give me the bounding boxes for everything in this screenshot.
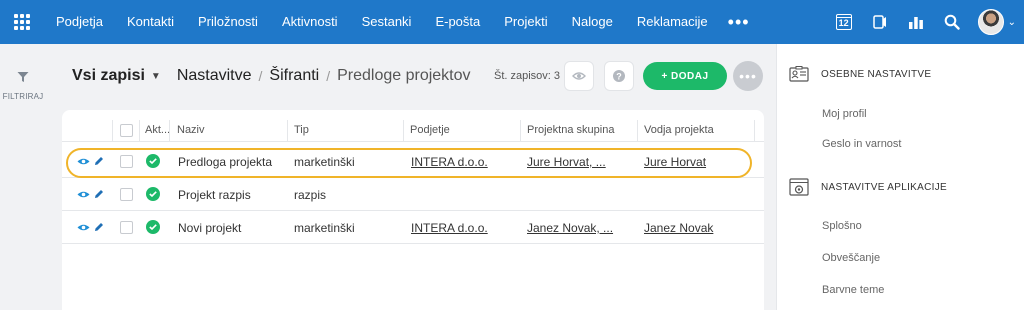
column-divider [754, 120, 755, 142]
column-header-tip[interactable]: Tip [294, 124, 309, 136]
nav-item-sestanki[interactable]: Sestanki [350, 0, 424, 44]
edit-icon[interactable] [94, 222, 104, 232]
filter-icon [17, 72, 29, 82]
breadcrumb: Vsi zapisi ▼ Nastavitve / Šifranti / Pre… [72, 64, 471, 88]
breadcrumb-sifranti[interactable]: Šifranti [269, 67, 319, 85]
column-divider [520, 120, 521, 142]
eye-icon [572, 72, 586, 80]
app-settings-icon [789, 178, 809, 196]
record-count: Št. zapisov: 3 [494, 70, 561, 82]
column-header-naziv[interactable]: Naziv [177, 124, 205, 136]
search-icon [944, 14, 960, 30]
view-selector[interactable]: Vsi zapisi [72, 67, 145, 85]
row-checkbox[interactable] [120, 221, 133, 234]
page-title: Predloge projektov [337, 67, 471, 84]
section-title: OSEBNE NASTAVITVE [821, 68, 932, 80]
view-icon[interactable] [77, 190, 90, 199]
column-divider [169, 120, 170, 142]
menu-item-obvescanje[interactable]: Obveščanje [822, 252, 880, 264]
active-check-icon [146, 187, 160, 201]
nav-item-podjetja[interactable]: Podjetja [44, 0, 115, 44]
nav-item-aktivnosti[interactable]: Aktivnosti [270, 0, 350, 44]
column-header-active[interactable]: Akt... [145, 124, 170, 136]
cell-vodja-projekta-link[interactable]: Janez Novak [644, 221, 713, 235]
filter-rail: FILTRIRAJ [0, 44, 46, 310]
calendar-button[interactable]: 12 [826, 0, 862, 44]
help-button[interactable]: ? [604, 61, 634, 91]
nav-item-reklamacije[interactable]: Reklamacije [625, 0, 720, 44]
table-row[interactable]: Projekt razpis razpis [62, 179, 764, 211]
nav-item-naloge[interactable]: Naloge [560, 0, 625, 44]
column-divider [139, 120, 140, 142]
phone-button[interactable] [862, 0, 898, 44]
nav-item-priloznosti[interactable]: Priložnosti [186, 0, 270, 44]
more-options-button[interactable]: ••• [733, 61, 763, 91]
column-divider [287, 120, 288, 142]
chevron-down-icon[interactable]: ▼ [151, 71, 161, 82]
row-checkbox[interactable] [120, 188, 133, 201]
cell-tip: razpis [294, 188, 327, 202]
nav-more-button[interactable]: ••• [720, 0, 758, 44]
cell-tip: marketinški [294, 221, 355, 235]
view-icon[interactable] [77, 223, 90, 232]
menu-item-geslo-in-varnost[interactable]: Geslo in varnost [822, 138, 901, 150]
cell-naziv: Projekt razpis [178, 188, 251, 202]
view-toggle-button[interactable] [564, 61, 594, 91]
top-navigation-bar: Podjetja Kontakti Priložnosti Aktivnosti… [0, 0, 1024, 44]
section-title: NASTAVITVE APLIKACIJE [821, 181, 947, 193]
select-all-checkbox[interactable] [120, 124, 133, 137]
add-button[interactable]: + DODAJ [643, 62, 727, 90]
section-nastavitve-aplikacije: NASTAVITVE APLIKACIJE [789, 178, 947, 196]
apps-grid-icon[interactable] [0, 0, 44, 44]
section-osebne-nastavitve: OSEBNE NASTAVITVE [789, 66, 931, 82]
column-divider [403, 120, 404, 142]
settings-panel: OSEBNE NASTAVITVE Moj profil Geslo in va… [776, 44, 1024, 310]
filter-button[interactable]: FILTRIRAJ [0, 70, 46, 101]
menu-item-splosno[interactable]: Splošno [822, 220, 862, 232]
calendar-icon: 12 [835, 14, 852, 30]
column-divider [637, 120, 638, 142]
phone-icon [872, 15, 886, 29]
edit-icon[interactable] [94, 189, 104, 199]
nav-item-e-posta[interactable]: E-pošta [423, 0, 492, 44]
table-row[interactable]: Novi projekt marketinški INTERA d.o.o. J… [62, 212, 764, 244]
highlighted-row-outline [66, 148, 752, 178]
breadcrumb-separator: / [326, 68, 331, 84]
main-nav: Podjetja Kontakti Priložnosti Aktivnosti… [44, 0, 758, 44]
cell-naziv: Novi projekt [178, 221, 242, 235]
help-icon: ? [613, 70, 625, 82]
reports-button[interactable] [898, 0, 934, 44]
nav-item-kontakti[interactable]: Kontakti [115, 0, 186, 44]
svg-text:?: ? [616, 72, 622, 82]
column-header-vodja-projekta[interactable]: Vodja projekta [644, 124, 714, 136]
breadcrumb-separator: / [258, 68, 263, 84]
filter-label: FILTRIRAJ [2, 92, 44, 101]
column-header-podjetje[interactable]: Podjetje [410, 124, 450, 136]
profile-card-icon [789, 66, 809, 82]
bar-chart-icon [908, 17, 923, 29]
avatar [977, 9, 1004, 35]
table-header: Akt... Naziv Tip Podjetje Projektna skup… [62, 120, 764, 142]
column-divider [112, 120, 113, 142]
nav-item-projekti[interactable]: Projekti [492, 0, 559, 44]
records-table: Akt... Naziv Tip Podjetje Projektna skup… [62, 110, 764, 310]
column-header-projektna-skupina[interactable]: Projektna skupina [527, 124, 614, 136]
chevron-down-icon: ⌄ [1007, 16, 1016, 28]
cell-projektna-skupina-link[interactable]: Janez Novak, ... [527, 221, 613, 235]
menu-item-barvne-teme[interactable]: Barvne teme [822, 284, 884, 296]
menu-item-moj-profil[interactable]: Moj profil [822, 108, 867, 120]
user-menu[interactable]: ⌄ [970, 9, 1024, 35]
top-right-tools: 12 ⌄ [826, 0, 1024, 44]
cell-podjetje-link[interactable]: INTERA d.o.o. [411, 221, 488, 235]
breadcrumb-nastavitve[interactable]: Nastavitve [177, 67, 252, 85]
active-check-icon [146, 220, 160, 234]
search-button[interactable] [934, 0, 970, 44]
